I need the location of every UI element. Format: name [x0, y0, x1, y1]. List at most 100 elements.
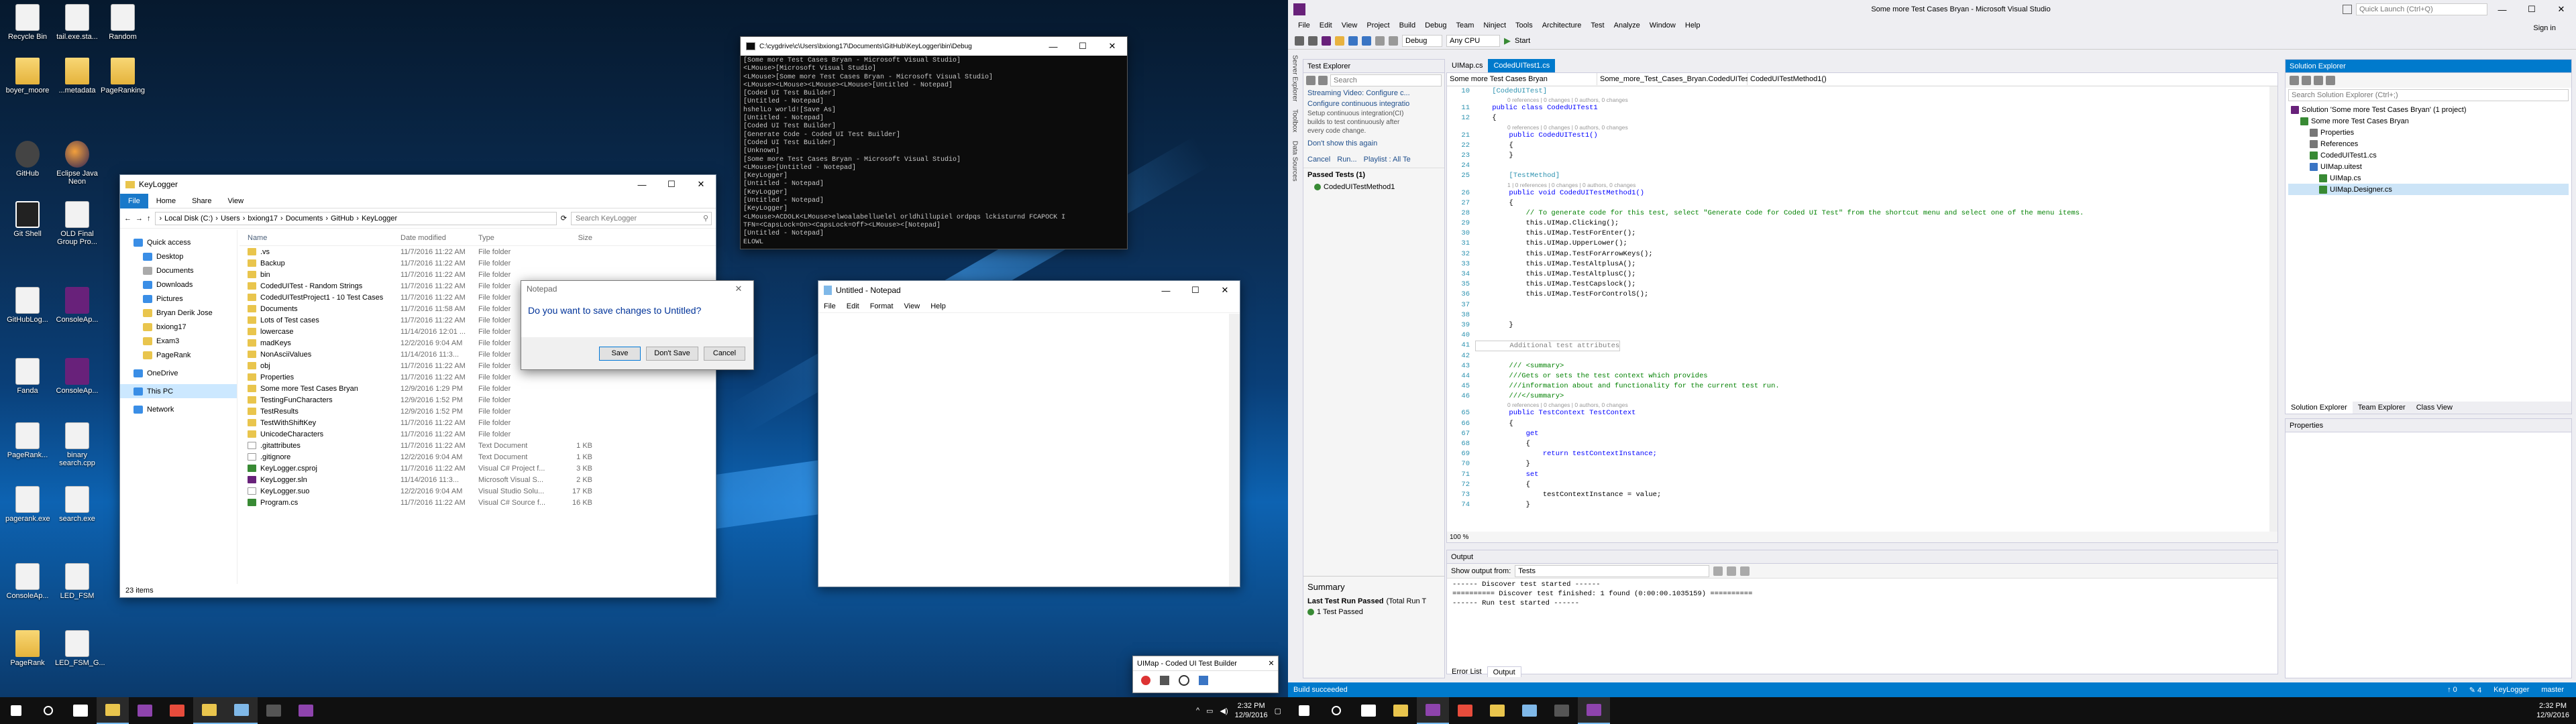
toolbox-tab[interactable]: Toolbox: [1291, 109, 1299, 132]
desktop-icon[interactable]: LED_FSM_G...: [55, 630, 105, 667]
clear-icon[interactable]: [1727, 566, 1737, 576]
breadcrumb-item[interactable]: Users: [221, 215, 240, 223]
tree-item[interactable]: Some more Test Cases Bryan: [2288, 115, 2569, 127]
breadcrumb-item[interactable]: GitHub: [331, 215, 354, 223]
open-folder-icon[interactable]: [1335, 36, 1344, 46]
repo-name[interactable]: KeyLogger: [2493, 686, 2529, 694]
desktop-icon[interactable]: Git Shell: [5, 201, 50, 238]
back-arrow-icon[interactable]: ←: [124, 215, 131, 223]
menu-edit[interactable]: Edit: [841, 302, 865, 310]
tree-item[interactable]: UIMap.Designer.cs: [2288, 184, 2569, 195]
menu-window[interactable]: Window: [1645, 21, 1680, 29]
nav-item[interactable]: Network: [120, 402, 237, 416]
filter-icon[interactable]: [1318, 76, 1328, 85]
back-icon[interactable]: [1295, 36, 1304, 46]
explorer-taskbar-button[interactable]: [1385, 697, 1417, 724]
desktop-icon[interactable]: ConsoleAp...: [5, 563, 50, 600]
platform-select[interactable]: Any CPU: [1446, 34, 1500, 47]
column-header[interactable]: Date modified: [400, 234, 478, 242]
nav-item[interactable]: bxiong17: [120, 320, 237, 334]
nav-item[interactable]: Exam3: [120, 334, 237, 348]
branch-name[interactable]: master: [2541, 686, 2564, 694]
menu-format[interactable]: Format: [865, 302, 899, 310]
tree-item[interactable]: References: [2288, 138, 2569, 149]
refresh-icon[interactable]: ⟳: [561, 214, 567, 223]
visual-studio-taskbar-button[interactable]: [1578, 697, 1610, 724]
file-row[interactable]: KeyLogger.suo 12/2/2016 9:04 AM Visual Stu…: [239, 485, 716, 497]
search-box[interactable]: Search KeyLogger ⚲: [571, 211, 712, 225]
record-icon[interactable]: [1141, 676, 1150, 685]
tree-item[interactable]: Solution 'Some more Test Cases Bryan' (1…: [2288, 104, 2569, 115]
desktop-icon[interactable]: Eclipse Java Neon: [55, 141, 99, 186]
notepad-titlebar[interactable]: Untitled - Notepad — ☐ ✕: [818, 281, 1240, 300]
clock[interactable]: 2:32 PM 12/9/2016: [1235, 701, 1268, 720]
breadcrumb-item[interactable]: Documents: [286, 215, 323, 223]
maximize-button[interactable]: ☐: [657, 175, 686, 194]
cancel-button[interactable]: Cancel: [704, 346, 745, 361]
desktop-icon[interactable]: ConsoleAp...: [55, 358, 99, 395]
up-arrow-icon[interactable]: ↑: [147, 215, 151, 223]
code-editor[interactable]: Some more Test Cases Bryan Some_more_Tes…: [1446, 72, 2278, 543]
ribbon-tab-home[interactable]: Home: [148, 197, 184, 205]
file-row[interactable]: .gitignore 12/2/2016 9:04 AM Text Document…: [239, 451, 716, 463]
terminal-taskbar-button[interactable]: [1546, 697, 1578, 724]
maximize-button[interactable]: ☐: [2517, 0, 2546, 19]
tab-team-explorer[interactable]: Team Explorer: [2353, 402, 2411, 414]
close-button[interactable]: ✕: [686, 175, 716, 194]
save-icon[interactable]: [1348, 36, 1358, 46]
chrome-taskbar-button[interactable]: [161, 697, 193, 724]
desktop-icon[interactable]: GitHub: [5, 141, 50, 178]
terminal-taskbar-button[interactable]: [258, 697, 290, 724]
menu-edit[interactable]: Edit: [1315, 21, 1337, 29]
menu-file[interactable]: File: [1293, 21, 1315, 29]
home-icon[interactable]: [2290, 76, 2299, 85]
run-link[interactable]: Run...: [1337, 156, 1356, 164]
file-row[interactable]: KeyLogger.sln 11/14/2016 11:3... Microsoft…: [239, 474, 716, 485]
project-nav-select[interactable]: Some more Test Cases Bryan: [1447, 73, 1597, 85]
tree-item[interactable]: CodedUITest1.cs: [2288, 149, 2569, 161]
desktop-icon[interactable]: ...metadata: [55, 58, 99, 95]
data-sources-tab[interactable]: Data Sources: [1291, 141, 1299, 182]
desktop-icon[interactable]: Random: [101, 4, 145, 41]
tab-class-view[interactable]: Class View: [2411, 402, 2458, 414]
clock[interactable]: 2:32 PM 12/9/2016: [2536, 701, 2569, 720]
file-row[interactable]: bin 11/7/2016 11:22 AM File folder: [239, 269, 716, 280]
dont-show-link[interactable]: Don't show this again: [1303, 135, 1444, 152]
vs-titlebar[interactable]: Some more Test Cases Bryan - Microsoft V…: [1288, 0, 2576, 19]
dont-save-button[interactable]: Don't Save: [646, 346, 698, 361]
close-button[interactable]: ✕: [2546, 0, 2576, 19]
desktop-icon[interactable]: GitHubLog...: [5, 287, 50, 324]
explorer-taskbar-button[interactable]: [1481, 697, 1513, 724]
close-button[interactable]: ✕: [724, 281, 753, 297]
desktop-icon[interactable]: Fanda: [5, 358, 50, 395]
publish-count[interactable]: ↑ 0: [2447, 686, 2457, 694]
tab-solution-explorer[interactable]: Solution Explorer: [2286, 402, 2353, 414]
ci-link[interactable]: Configure continuous integratio: [1303, 99, 1444, 109]
save-button[interactable]: Save: [599, 346, 641, 361]
close-button[interactable]: ✕: [1097, 37, 1127, 56]
passed-tests-group[interactable]: Passed Tests (1): [1303, 168, 1444, 182]
menu-tools[interactable]: Tools: [1511, 21, 1538, 29]
breadcrumb-item[interactable]: Local Disk (C:): [164, 215, 213, 223]
server-explorer-tab[interactable]: Server Explorer: [1291, 55, 1299, 101]
search-taskbar-button[interactable]: [1320, 697, 1352, 724]
forward-icon[interactable]: [1308, 36, 1318, 46]
menu-team[interactable]: Team: [1452, 21, 1479, 29]
network-icon[interactable]: ▭: [1206, 707, 1213, 715]
menu-test[interactable]: Test: [1586, 21, 1609, 29]
file-row[interactable]: TestResults 12/9/2016 1:52 PM File folder: [239, 406, 716, 417]
maximize-button[interactable]: ☐: [1181, 281, 1210, 300]
notepad-text-area[interactable]: [818, 314, 1240, 587]
console-output[interactable]: [Some more Test Cases Bryan - Microsoft …: [741, 56, 1127, 272]
menu-build[interactable]: Build: [1395, 21, 1420, 29]
group-icon[interactable]: [1306, 76, 1316, 85]
menu-view[interactable]: View: [899, 302, 926, 310]
explorer-titlebar[interactable]: KeyLogger — ☐ ✕: [120, 175, 716, 194]
breadcrumb-item[interactable]: bxiong17: [248, 215, 278, 223]
zoom-level[interactable]: 100 %: [1450, 534, 1468, 541]
codelens-info[interactable]: 0 references | 0 changes | 0 authors, 0 …: [1447, 97, 2277, 103]
ribbon-tab-view[interactable]: View: [219, 197, 252, 205]
file-row[interactable]: Program.cs 11/7/2016 11:22 AM Visual C# So…: [239, 497, 716, 508]
file-row[interactable]: Some more Test Cases Bryan 12/9/2016 1:29…: [239, 383, 716, 394]
tree-item[interactable]: Properties: [2288, 127, 2569, 138]
